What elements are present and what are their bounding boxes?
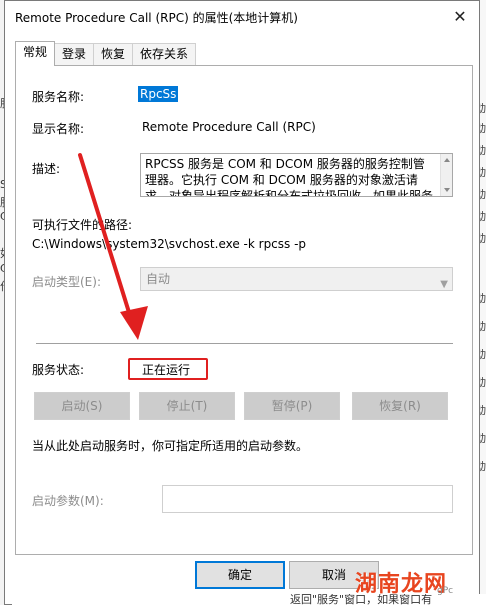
exe-path-label: 可执行文件的路径: xyxy=(32,218,133,232)
service-name-label: 服务名称: xyxy=(32,90,85,104)
ok-button[interactable]: 确定 xyxy=(195,561,285,589)
display-name-label: 显示名称: xyxy=(32,122,85,136)
start-button[interactable]: 启动(S) xyxy=(34,392,130,420)
startup-type-value: 自动 xyxy=(146,272,171,286)
exe-path-value[interactable]: C:\Windows\system32\svchost.exe -k rpcss… xyxy=(32,237,306,251)
startup-type-select[interactable]: 自动 ▼ xyxy=(140,267,453,291)
description-line: RPCSS 服务是 COM 和 DCOM 服务器的服务控制管 xyxy=(145,157,425,171)
service-name-text[interactable]: RpcSs xyxy=(138,86,179,102)
tab-logon[interactable]: 登录 xyxy=(54,43,95,65)
start-params-hint: 当从此处启动服务时，你可指定所适用的启动参数。 xyxy=(32,439,309,453)
stop-button[interactable]: 停止(T) xyxy=(139,392,235,420)
start-params-label: 启动参数(M): xyxy=(32,494,104,508)
description-textbox[interactable]: RPCSS 服务是 COM 和 DCOM 服务器的服务控制管 理器。它执行 CO… xyxy=(140,153,453,197)
start-params-input[interactable] xyxy=(162,485,453,513)
watermark-logo: 湖南龙网 xyxy=(355,572,448,597)
description-line: 理器。它执行 COM 和 DCOM 服务器的对象激活请 xyxy=(145,173,418,187)
window-title: Remote Procedure Call (RPC) 的属性(本地计算机) xyxy=(15,11,298,25)
general-tab-panel: 服务名称: RpcSs 显示名称: Remote Procedure Call … xyxy=(15,65,473,555)
section-divider xyxy=(36,343,453,344)
close-icon[interactable]: ✕ xyxy=(443,1,477,31)
tab-recovery[interactable]: 恢复 xyxy=(93,43,134,65)
service-status-label: 服务状态: xyxy=(32,363,85,377)
tab-general[interactable]: 常规 xyxy=(15,41,56,66)
tab-dependencies[interactable]: 依存关系 xyxy=(132,43,197,65)
service-status-value: 正在运行 xyxy=(142,363,191,377)
display-name-value[interactable]: Remote Procedure Call (RPC) xyxy=(142,120,316,134)
description-label: 描述: xyxy=(32,162,61,176)
description-scrollbar[interactable] xyxy=(440,154,452,196)
startup-type-label: 启动类型(E): xyxy=(32,275,101,289)
chevron-down-icon: ▼ xyxy=(440,279,448,290)
description-line: 求、对象导出程序解析和分布式垃圾回收。如果此服务 xyxy=(145,189,434,197)
resume-button[interactable]: 恢复(R) xyxy=(352,392,448,420)
watermark-subtext: gPc xyxy=(437,586,454,596)
tab-strip: 常规 登录 恢复 依存关系 xyxy=(15,41,197,66)
service-properties-dialog: Remote Procedure Call (RPC) 的属性(本地计算机) ✕… xyxy=(4,0,480,605)
title-bar[interactable]: Remote Procedure Call (RPC) 的属性(本地计算机) ✕ xyxy=(5,1,479,31)
pause-button[interactable]: 暂停(P) xyxy=(244,392,340,420)
service-name-value[interactable]: RpcSs xyxy=(138,86,179,102)
